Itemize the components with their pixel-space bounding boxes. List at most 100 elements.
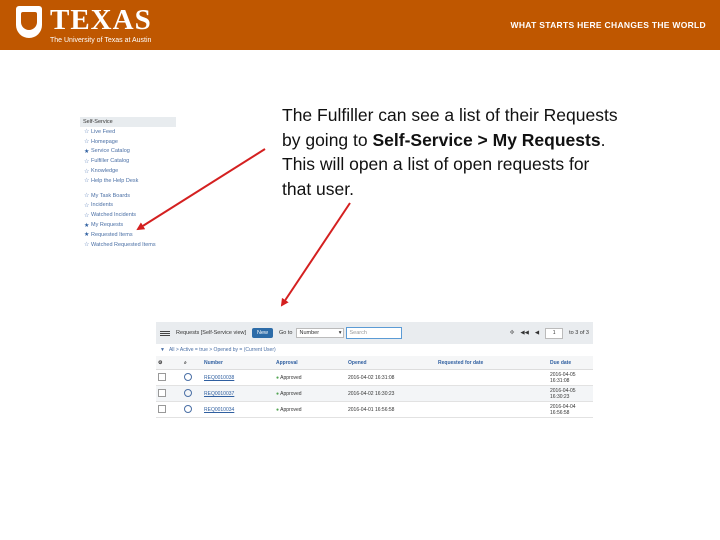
requested-for-value (436, 369, 548, 386)
nav-item-my-requests[interactable]: ★ My Requests (80, 220, 176, 230)
requested-for-value (436, 401, 548, 418)
approved-dot-icon: ● (276, 374, 280, 381)
table-row: REQ0010037 ● Approved 2016-04-02 16:30:2… (156, 385, 593, 402)
opened-value: 2016-04-02 16:31:08 (346, 369, 436, 386)
settings-icon[interactable]: ✢ (510, 330, 515, 336)
tagline: WHAT STARTS HERE CHANGES THE WORLD (510, 20, 706, 30)
row-checkbox[interactable] (158, 404, 166, 413)
page-total: to 3 of 3 (569, 330, 589, 336)
navigator-panel: Self-Service ☆ Live Feed ☆ Homepage ★ Servi… (80, 117, 176, 250)
nav-item-watched-incidents[interactable]: ☆ Watched Incidents (80, 210, 176, 220)
column-label: Approval (276, 359, 298, 366)
filter-breadcrumb: ▼ All > Active = true > Opened by = (Cur… (156, 344, 593, 356)
search-input[interactable]: Search (346, 327, 403, 339)
page-input[interactable]: 1 (545, 327, 564, 339)
goto-label: Go to (279, 330, 293, 336)
nav-item-label: My Task Boards (91, 192, 131, 199)
arrow-to-requests-list (280, 202, 351, 307)
star-outline-icon: ☆ (84, 193, 90, 200)
nav-item-label: Help the Help Desk (91, 177, 139, 184)
star-outline-icon: ☆ (84, 202, 90, 209)
breadcrumb-text[interactable]: All > Active = true > Opened by = (Curre… (169, 347, 276, 353)
nav-item-watched-requested-items[interactable]: ☆ Watched Requested Items (80, 240, 176, 250)
star-outline-icon: ☆ (84, 158, 90, 165)
column-header-opened[interactable]: Opened (346, 356, 436, 370)
column-label: Requested for date (438, 359, 484, 366)
instruction-text-bold: Self-Service > My Requests (372, 129, 601, 150)
info-icon[interactable] (184, 372, 192, 381)
column-label: Opened (348, 359, 367, 366)
column-header-approval[interactable]: Approval (274, 356, 346, 370)
nav-item-incidents[interactable]: ☆ Incidents (80, 201, 176, 211)
star-outline-icon: ☆ (84, 242, 90, 249)
request-number-link[interactable]: REQ0010037 (204, 391, 234, 397)
due-date-value: 2016-04-04 16:56:58 (548, 401, 593, 418)
nav-item-label: Fulfiller Catalog (91, 158, 130, 165)
logo-subtitle: The University of Texas at Austin (50, 37, 152, 44)
request-number-link[interactable]: REQ0010038 (204, 375, 234, 381)
due-date-value: 2016-04-05 16:31:08 (548, 369, 593, 386)
search-icon[interactable]: ⌕ (184, 360, 187, 366)
filter-icon[interactable]: ▼ (160, 347, 165, 353)
goto-field-select[interactable]: Number ▾ (296, 328, 345, 338)
opened-value: 2016-04-01 16:56:58 (346, 401, 436, 418)
due-date-value: 2016-04-05 16:30:23 (548, 385, 593, 402)
nav-item-requested-items[interactable]: ★ Requested Items (80, 230, 176, 240)
nav-item-homepage[interactable]: ☆ Homepage (80, 137, 176, 147)
nav-item-my-task-boards[interactable]: ☆ My Task Boards (80, 191, 176, 201)
star-outline-icon: ☆ (84, 139, 90, 146)
request-number-link[interactable]: REQ0010034 (204, 407, 234, 413)
ut-seal-icon (16, 6, 42, 38)
search-column-header: ⌕ (182, 356, 202, 370)
info-icon[interactable] (184, 388, 192, 397)
nav-item-label: Homepage (91, 138, 118, 145)
logo-wordmark: TEXAS (50, 4, 152, 36)
star-outline-icon: ☆ (84, 129, 90, 136)
annotation-arrows (136, 148, 351, 307)
list-title: Requests [Self-Service view] (176, 330, 246, 336)
column-label: Number (204, 359, 223, 366)
table-row: REQ0010038 ● Approved 2016-04-02 16:31:0… (156, 369, 593, 386)
requested-for-value (436, 385, 548, 402)
previous-page-icon[interactable]: ◀ (535, 330, 539, 336)
nav-item-label: Watched Incidents (91, 212, 137, 219)
row-checkbox[interactable] (158, 372, 166, 381)
approval-value: Approved (280, 374, 302, 381)
nav-item-label: Incidents (91, 202, 114, 209)
nav-item-label: Live Feed (91, 128, 116, 135)
nav-items-bottom: ☆ My Task Boards ☆ Incidents ☆ Watched Inci… (80, 191, 176, 250)
star-filled-icon: ★ (84, 148, 90, 155)
info-icon[interactable] (184, 404, 192, 413)
nav-item-help-desk[interactable]: ☆ Help the Help Desk (80, 176, 176, 186)
approved-dot-icon: ● (276, 390, 280, 397)
hamburger-menu-icon[interactable] (160, 330, 170, 336)
row-checkbox[interactable] (158, 388, 166, 397)
nav-item-knowledge[interactable]: ☆ Knowledge (80, 166, 176, 176)
requests-table: ⚙ ⌕ Number Approval Opened Requested for… (156, 356, 593, 418)
requests-list: Requests [Self-Service view] New Go to N… (156, 322, 593, 426)
approval-value: Approved (280, 406, 302, 413)
approved-dot-icon: ● (276, 406, 280, 413)
column-header-number[interactable]: Number (202, 356, 274, 370)
nav-section-title: Self-Service (80, 117, 176, 127)
new-button[interactable]: New (252, 328, 274, 338)
first-page-icon[interactable]: ◀◀ (520, 330, 528, 336)
ut-logo: TEXAS The University of Texas at Austin (16, 6, 152, 45)
column-header-due-date[interactable]: Due date (548, 356, 593, 370)
instruction-text: The Fulfiller can see a list of their Re… (282, 103, 622, 201)
pagination: ✢ ◀◀ ◀ 1 to 3 of 3 (510, 327, 589, 339)
table-row: REQ0010034 ● Approved 2016-04-01 16:56:5… (156, 401, 593, 418)
approval-value: Approved (280, 390, 302, 397)
goto-field-value: Number (299, 330, 320, 336)
nav-item-label: Watched Requested Items (91, 241, 156, 248)
column-header-requested-for-date[interactable]: Requested for date (436, 356, 548, 370)
star-outline-icon: ☆ (84, 178, 90, 185)
star-outline-icon: ☆ (84, 212, 90, 219)
nav-item-fulfiller-catalog[interactable]: ☆ Fulfiller Catalog (80, 156, 176, 166)
nav-item-live-feed[interactable]: ☆ Live Feed (80, 127, 176, 137)
list-toolbar: Requests [Self-Service view] New Go to N… (156, 322, 593, 344)
table-header-row: ⚙ ⌕ Number Approval Opened Requested for… (156, 356, 593, 370)
gear-icon[interactable]: ⚙ (158, 360, 162, 366)
opened-value: 2016-04-02 16:30:23 (346, 385, 436, 402)
nav-item-service-catalog[interactable]: ★ Service Catalog (80, 147, 176, 157)
